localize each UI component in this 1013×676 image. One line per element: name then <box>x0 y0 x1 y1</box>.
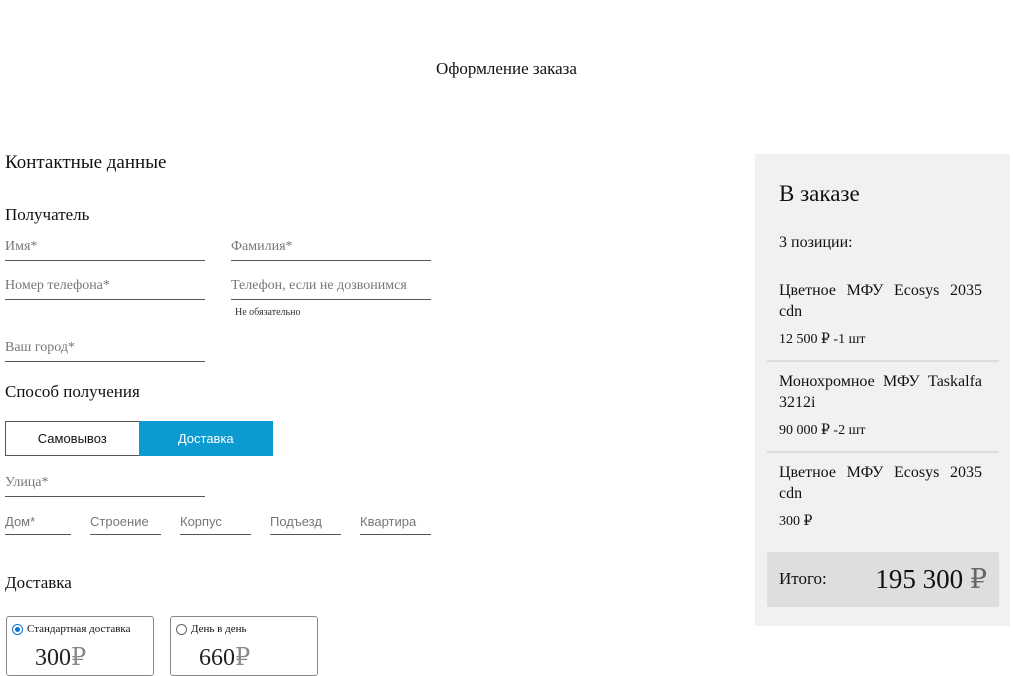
cart-item: Монохромное МФУ Taskalfa 3212i 90 000 ₽ … <box>767 371 999 439</box>
cart-item-price: 12 500 ₽ -1 шт <box>779 332 866 347</box>
apartment-field[interactable] <box>360 510 431 535</box>
city-field[interactable] <box>5 337 205 362</box>
entrance-field[interactable] <box>270 510 341 535</box>
alt-phone-field[interactable] <box>231 275 431 300</box>
block-input[interactable] <box>180 510 251 532</box>
house-field[interactable] <box>5 510 71 535</box>
last-name-field[interactable] <box>231 236 431 261</box>
cart-item-price: 90 000 ₽ -2 шт <box>779 423 866 438</box>
divider <box>767 451 999 453</box>
city-input[interactable] <box>5 337 205 359</box>
method-toggle: Самовывоз Доставка <box>5 421 273 456</box>
option-label: Стандартная доставка <box>27 623 131 635</box>
radio-unchecked-icon[interactable] <box>176 623 187 635</box>
street-field[interactable] <box>5 472 205 497</box>
first-name-input[interactable] <box>5 236 205 258</box>
option-label: День в день <box>191 623 247 635</box>
cart-item: Цветное МФУ Ecosys 2035 cdn 12 500 ₽ -1 … <box>767 280 999 348</box>
last-name-input[interactable] <box>231 236 431 258</box>
delivery-option-standard[interactable]: Стандартная доставка 300₽ <box>6 616 154 676</box>
cart-item-name: Цветное МФУ Ecosys 2035 cdn <box>779 282 982 320</box>
building-field[interactable] <box>90 510 161 535</box>
option-price: 300₽ <box>35 645 87 671</box>
cart-item-price: 300 ₽ <box>779 514 813 529</box>
phone-field[interactable] <box>5 275 205 300</box>
order-summary: В заказе 3 позиции: Цветное МФУ Ecosys 2… <box>755 154 1010 626</box>
alt-phone-hint: Не обязательно <box>235 307 301 318</box>
total-value: 195 300 ₽ <box>875 564 987 594</box>
delivery-title: Доставка <box>5 573 72 592</box>
delivery-button[interactable]: Доставка <box>138 421 273 456</box>
total-label: Итого: <box>779 569 827 588</box>
entrance-input[interactable] <box>270 510 341 532</box>
cart-count: 3 позиции: <box>779 234 853 251</box>
page-title: Оформление заказа <box>436 59 577 78</box>
cart-item: Цветное МФУ Ecosys 2035 cdn 300 ₽ <box>767 462 999 530</box>
house-input[interactable] <box>5 510 71 532</box>
order-total: Итого: 195 300 ₽ <box>767 552 999 607</box>
street-input[interactable] <box>5 472 205 494</box>
apartment-input[interactable] <box>360 510 431 532</box>
building-input[interactable] <box>90 510 161 532</box>
cart-item-name: Монохромное МФУ Taskalfa 3212i <box>779 373 982 411</box>
divider <box>767 360 999 362</box>
option-price: 660₽ <box>199 645 251 671</box>
alt-phone-input[interactable] <box>231 275 431 297</box>
recipient-title: Получатель <box>5 205 90 224</box>
phone-input[interactable] <box>5 275 205 297</box>
first-name-field[interactable] <box>5 236 205 261</box>
pickup-button[interactable]: Самовывоз <box>5 421 139 456</box>
contact-section-title: Контактные данные <box>5 152 167 173</box>
cart-item-name: Цветное МФУ Ecosys 2035 cdn <box>779 464 982 502</box>
delivery-option-same-day[interactable]: День в день 660₽ <box>170 616 318 676</box>
method-title: Способ получения <box>5 382 140 401</box>
radio-checked-icon[interactable] <box>12 623 23 635</box>
cart-title: В заказе <box>779 181 860 206</box>
block-field[interactable] <box>180 510 251 535</box>
